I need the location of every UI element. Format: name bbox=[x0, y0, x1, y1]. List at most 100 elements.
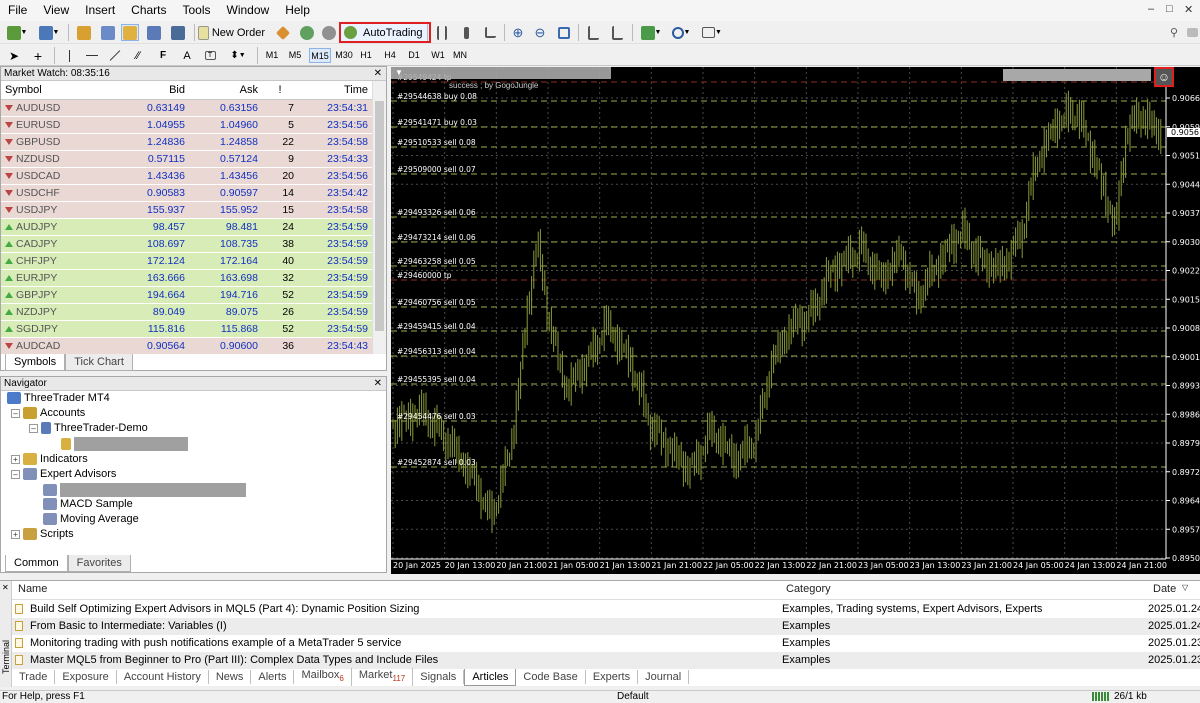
channel-tool[interactable]: ∕∕ bbox=[130, 47, 146, 64]
market-watch-row[interactable]: AUDUSD 0.63149 0.63156 7 23:54:31 bbox=[1, 100, 386, 117]
tf-mn[interactable]: MN bbox=[451, 48, 469, 63]
menu-help[interactable]: Help bbox=[277, 0, 318, 21]
nav-ea-macd[interactable]: MACD Sample bbox=[43, 498, 133, 510]
collapse-icon[interactable]: – bbox=[11, 408, 20, 418]
tf-w1[interactable]: W1 bbox=[429, 48, 447, 63]
close-icon[interactable]: ✕ bbox=[1184, 3, 1193, 16]
zoom-in-button[interactable]: ⊕ bbox=[509, 24, 527, 41]
templates-button[interactable]: ▼ bbox=[699, 24, 725, 41]
sort-icon[interactable]: ▽ bbox=[1182, 583, 1188, 592]
menu-charts[interactable]: Charts bbox=[123, 0, 174, 21]
tab-tick-chart[interactable]: Tick Chart bbox=[65, 354, 133, 371]
navigator-toggle[interactable] bbox=[121, 24, 139, 41]
col-date[interactable]: Date bbox=[1153, 583, 1176, 595]
tab-trade[interactable]: Trade bbox=[12, 670, 56, 684]
tab-signals[interactable]: Signals bbox=[413, 670, 465, 684]
col-ask[interactable]: Ask bbox=[189, 81, 262, 99]
col-spread[interactable]: ! bbox=[262, 81, 298, 99]
market-watch-row[interactable]: USDCAD 1.43436 1.43456 20 23:54:56 bbox=[1, 168, 386, 185]
vertical-line-tool[interactable] bbox=[62, 47, 76, 64]
market-watch-row[interactable]: CADJPY 108.697 108.735 38 23:54:59 bbox=[1, 236, 386, 253]
tf-d1[interactable]: D1 bbox=[405, 48, 423, 63]
market-watch-row[interactable]: SGDJPY 115.816 115.868 52 23:54:59 bbox=[1, 321, 386, 338]
tab-news[interactable]: News bbox=[209, 670, 252, 684]
tab-articles[interactable]: Articles bbox=[464, 668, 517, 686]
terminal-toggle[interactable] bbox=[145, 24, 163, 41]
nav-indicators[interactable]: + Indicators bbox=[11, 453, 88, 465]
market-watch-row[interactable]: GBPJPY 194.664 194.716 52 23:54:59 bbox=[1, 287, 386, 304]
candlestick-button[interactable] bbox=[457, 24, 475, 41]
col-bid[interactable]: Bid bbox=[116, 81, 189, 99]
col-name[interactable]: Name bbox=[18, 583, 47, 595]
menu-tools[interactable]: Tools bbox=[175, 0, 219, 21]
market-watch-row[interactable]: EURJPY 163.666 163.698 32 23:54:59 bbox=[1, 270, 386, 287]
data-window-toggle[interactable] bbox=[99, 24, 117, 41]
menu-view[interactable]: View bbox=[35, 0, 77, 21]
col-time[interactable]: Time bbox=[298, 81, 372, 99]
signals-button[interactable] bbox=[298, 24, 316, 41]
indicators-button[interactable]: ▼ bbox=[638, 24, 664, 41]
market-watch-row[interactable]: AUDJPY 98.457 98.481 24 23:54:59 bbox=[1, 219, 386, 236]
new-chart-button[interactable]: ▼ bbox=[4, 24, 30, 41]
tf-h1[interactable]: H1 bbox=[357, 48, 375, 63]
market-watch-scroll-thumb[interactable] bbox=[375, 101, 384, 331]
zoom-out-button[interactable]: ⊖ bbox=[531, 24, 549, 41]
autotrading-button[interactable]: AutoTrading bbox=[339, 22, 431, 43]
tab-account-history[interactable]: Account History bbox=[117, 670, 209, 684]
tab-journal[interactable]: Journal bbox=[638, 670, 690, 684]
crosshair-tool[interactable]: + bbox=[30, 47, 46, 64]
ea-smiley-icon[interactable]: ☺ bbox=[1154, 67, 1174, 87]
nav-ea-redacted[interactable] bbox=[43, 483, 246, 497]
tab-experts[interactable]: Experts bbox=[586, 670, 639, 684]
chart-shift-button[interactable] bbox=[584, 24, 602, 41]
strategy-tester-toggle[interactable] bbox=[169, 24, 187, 41]
market-watch-row[interactable]: NZDJPY 89.049 89.075 26 23:54:59 bbox=[1, 304, 386, 321]
market-watch-row[interactable]: NZDUSD 0.57115 0.57124 9 23:54:33 bbox=[1, 151, 386, 168]
article-row[interactable]: Monitoring trading with push notificatio… bbox=[12, 635, 1200, 652]
expand-icon[interactable]: + bbox=[11, 529, 20, 539]
tab-favorites[interactable]: Favorites bbox=[67, 555, 131, 572]
market-watch-row[interactable]: CHFJPY 172.124 172.164 40 23:54:59 bbox=[1, 253, 386, 270]
article-row[interactable]: From Basic to Intermediate: Variables (I… bbox=[12, 618, 1200, 635]
col-symbol[interactable]: Symbol bbox=[1, 81, 116, 99]
cursor-tool[interactable]: ➤ bbox=[6, 47, 22, 64]
market-watch-row[interactable]: AUDCAD 0.90564 0.90600 36 23:54:43 bbox=[1, 338, 386, 355]
fibonacci-tool[interactable]: F bbox=[156, 47, 170, 64]
nav-account-login[interactable] bbox=[61, 437, 188, 451]
nav-expert-advisors[interactable]: – Expert Advisors bbox=[11, 468, 116, 480]
nav-ea-ma[interactable]: Moving Average bbox=[43, 513, 139, 525]
tile-windows-button[interactable] bbox=[555, 24, 573, 41]
market-watch-close-icon[interactable]: ✕ bbox=[374, 67, 382, 80]
text-tool[interactable]: A bbox=[180, 47, 194, 64]
menu-file[interactable]: File bbox=[0, 0, 35, 21]
tab-alerts[interactable]: Alerts bbox=[251, 670, 295, 684]
tf-m30[interactable]: M30 bbox=[333, 48, 355, 63]
tab-symbols[interactable]: Symbols bbox=[5, 354, 66, 371]
auto-scroll-button[interactable] bbox=[608, 24, 626, 41]
chart-menu-icon[interactable]: ▼ bbox=[395, 68, 403, 77]
label-tool[interactable]: T bbox=[203, 47, 217, 64]
market-watch-row[interactable]: USDJPY 155.937 155.952 15 23:54:58 bbox=[1, 202, 386, 219]
nav-account-server[interactable]: – ThreeTrader-Demo bbox=[29, 422, 148, 434]
tf-h4[interactable]: H4 bbox=[381, 48, 399, 63]
arrows-tool[interactable]: ⬍ ▼ bbox=[225, 47, 251, 64]
restore-icon[interactable]: □ bbox=[1166, 3, 1173, 15]
tab-mailbox[interactable]: Mailbox6 bbox=[294, 667, 352, 687]
menu-insert[interactable]: Insert bbox=[77, 0, 123, 21]
tab-code-base[interactable]: Code Base bbox=[516, 670, 586, 684]
tf-m1[interactable]: M1 bbox=[262, 48, 282, 63]
collapse-icon[interactable]: – bbox=[11, 469, 20, 479]
price-chart[interactable]: #29549424 tp#29544638 buy 0.08#29541471 … bbox=[391, 67, 1200, 574]
line-chart-button[interactable] bbox=[481, 24, 499, 41]
nav-root[interactable]: ThreeTrader MT4 bbox=[7, 392, 110, 404]
horizontal-line-tool[interactable] bbox=[84, 47, 100, 64]
col-category[interactable]: Category bbox=[786, 583, 831, 595]
bar-chart-button[interactable] bbox=[433, 24, 451, 41]
market-watch-row[interactable]: USDCHF 0.90583 0.90597 14 23:54:42 bbox=[1, 185, 386, 202]
nav-scripts[interactable]: + Scripts bbox=[11, 528, 74, 540]
market-watch-scrollbar[interactable] bbox=[372, 81, 386, 354]
menu-window[interactable]: Window bbox=[219, 0, 278, 21]
new-order-button[interactable]: New Order bbox=[198, 24, 268, 41]
minimize-icon[interactable]: – bbox=[1148, 3, 1154, 15]
periods-button[interactable]: ▼ bbox=[668, 24, 694, 41]
